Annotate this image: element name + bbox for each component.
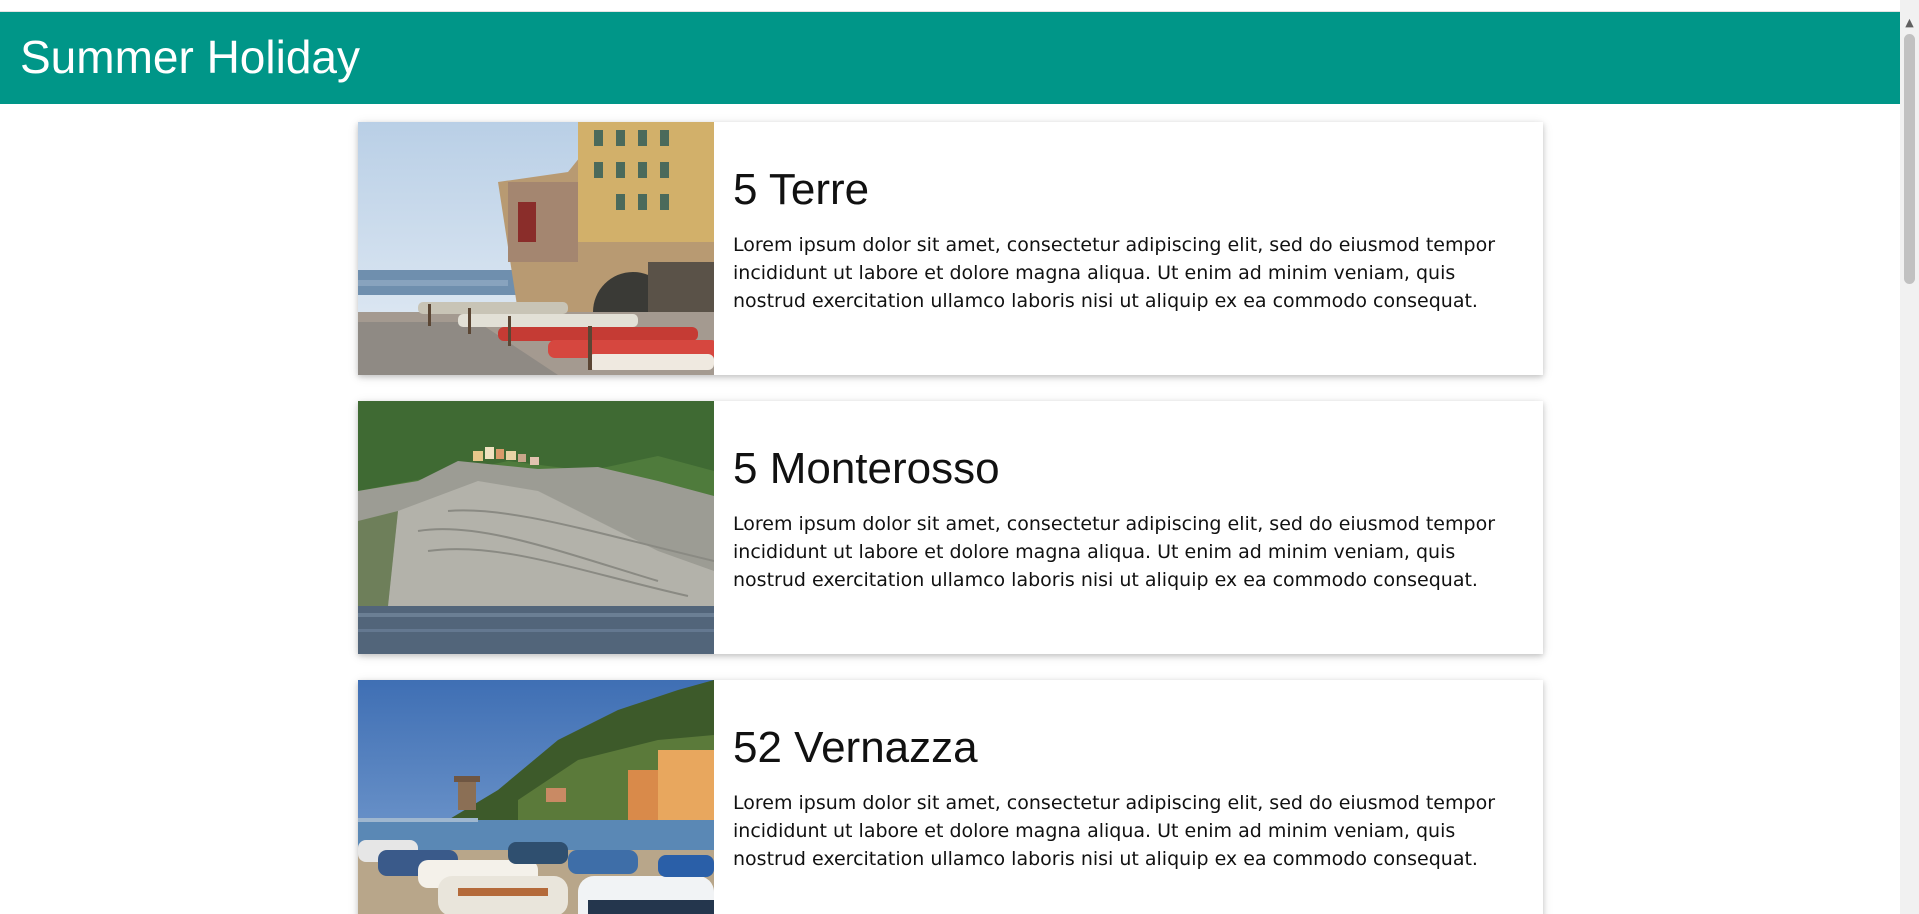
page-title: Summer Holiday <box>20 31 360 83</box>
card-title: 5 Terre <box>733 165 870 214</box>
app-header: Summer Holiday <box>0 12 1900 104</box>
card-title: 52 Vernazza <box>733 723 978 772</box>
card-list: 5 Terre Lorem ipsum dolor sit amet, cons… <box>358 122 1543 914</box>
browser-top-strip <box>0 0 1900 12</box>
card-text: Lorem ipsum dolor sit amet, consectetur … <box>733 512 1496 591</box>
card-title: 5 Monterosso <box>733 444 1000 493</box>
card-image-beach-boats <box>358 680 714 914</box>
card-image-cliff-village <box>358 401 714 654</box>
scroll-thumb[interactable] <box>1904 34 1915 284</box>
card-text: Lorem ipsum dolor sit amet, consectetur … <box>733 791 1496 870</box>
card-5-terre: 5 Terre Lorem ipsum dolor sit amet, cons… <box>358 122 1543 375</box>
card-52-vernazza: 52 Vernazza Lorem ipsum dolor sit amet, … <box>358 680 1543 914</box>
card-body: 5 Terre Lorem ipsum dolor sit amet, cons… <box>733 164 1503 315</box>
card-text: Lorem ipsum dolor sit amet, consectetur … <box>733 233 1496 312</box>
scroll-up-arrow-icon[interactable]: ▲ <box>1900 14 1919 31</box>
card-image-harbor-boats <box>358 122 714 375</box>
card-5-monterosso: 5 Monterosso Lorem ipsum dolor sit amet,… <box>358 401 1543 654</box>
card-body: 52 Vernazza Lorem ipsum dolor sit amet, … <box>733 722 1503 873</box>
card-body: 5 Monterosso Lorem ipsum dolor sit amet,… <box>733 443 1503 594</box>
vertical-scrollbar[interactable]: ▲ <box>1900 0 1919 914</box>
